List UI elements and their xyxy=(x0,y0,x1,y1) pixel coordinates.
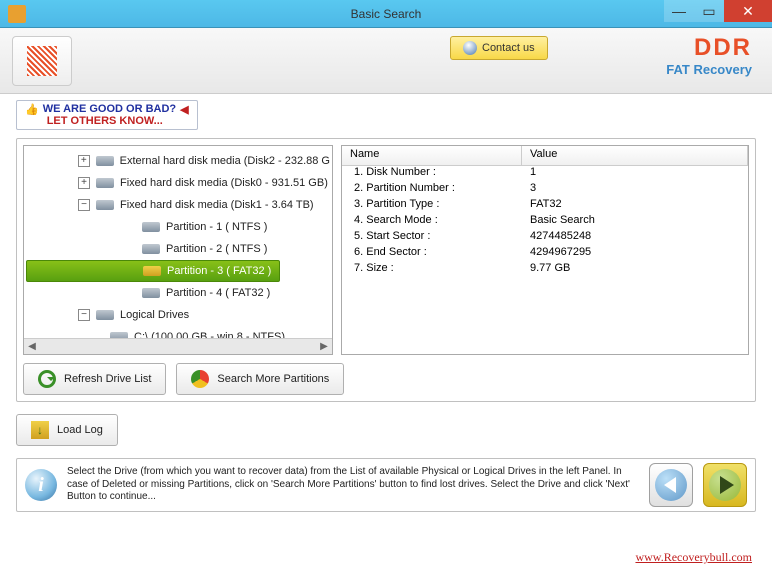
contact-label: Contact us xyxy=(482,42,535,54)
table-row: 4. Search Mode :Basic Search xyxy=(342,214,748,230)
minimize-button[interactable]: — xyxy=(664,0,694,22)
drive-icon xyxy=(143,266,161,276)
drive-icon xyxy=(96,178,114,188)
title-bar: Basic Search — ▭ ✕ xyxy=(0,0,772,28)
tree-item-label: Partition - 1 ( NTFS ) xyxy=(166,221,267,233)
footer-panel: i Select the Drive (from which you want … xyxy=(16,458,756,512)
main-panel: + External hard disk media (Disk2 - 232.8… xyxy=(16,138,756,402)
load-log-icon xyxy=(31,421,49,439)
load-log-label: Load Log xyxy=(57,424,103,436)
arrow-right-icon xyxy=(720,476,734,494)
tree-item-label: Fixed hard disk media (Disk1 - 3.64 TB) xyxy=(120,199,314,211)
prop-value: 4294967295 xyxy=(522,246,748,262)
expand-toggle-icon[interactable]: + xyxy=(78,177,90,189)
tree-item-label: C:\ (100.00 GB - win 8 - NTFS) xyxy=(134,331,285,338)
scroll-left-icon[interactable]: ◀ xyxy=(24,341,40,352)
logo-icon xyxy=(27,46,57,76)
tree-item-label: Partition - 2 ( NTFS ) xyxy=(166,243,267,255)
contact-avatar-icon xyxy=(463,41,477,55)
tree-item-label: Partition - 4 ( FAT32 ) xyxy=(166,287,270,299)
prop-value: 4274485248 xyxy=(522,230,748,246)
table-row: 7. Size :9.77 GB xyxy=(342,262,748,278)
prop-name: 2. Partition Number : xyxy=(342,182,522,198)
col-header-value[interactable]: Value xyxy=(522,146,748,165)
table-row: 3. Partition Type :FAT32 xyxy=(342,198,748,214)
table-row: 6. End Sector :4294967295 xyxy=(342,246,748,262)
expand-toggle-icon[interactable]: − xyxy=(78,199,90,211)
footer-message: Select the Drive (from which you want to… xyxy=(67,466,639,504)
prop-value: 9.77 GB xyxy=(522,262,748,278)
app-header: Contact us DDR FAT Recovery xyxy=(0,28,772,94)
tree-item[interactable]: + Fixed hard disk media (Disk0 - 931.51 G… xyxy=(26,172,330,194)
drive-icon xyxy=(96,156,114,166)
tree-item[interactable]: Partition - 1 ( NTFS ) xyxy=(26,216,330,238)
maximize-button[interactable]: ▭ xyxy=(694,0,724,22)
table-row: 1. Disk Number :1 xyxy=(342,166,748,182)
brand-block: DDR FAT Recovery xyxy=(666,34,752,77)
prop-value: Basic Search xyxy=(522,214,748,230)
close-button[interactable]: ✕ xyxy=(724,0,772,22)
drive-icon xyxy=(142,222,160,232)
tree-item-label: Logical Drives xyxy=(120,309,189,321)
tree-item[interactable]: + External hard disk media (Disk2 - 232.8… xyxy=(26,150,330,172)
prop-value: 1 xyxy=(522,166,748,182)
refresh-drive-list-button[interactable]: Refresh Drive List xyxy=(23,363,166,395)
logo-box xyxy=(12,36,72,86)
slogan-line2: LET OTHERS KNOW... xyxy=(47,115,163,127)
tree-item[interactable]: Partition - 4 ( FAT32 ) xyxy=(26,282,330,304)
tree-item-label: Partition - 3 ( FAT32 ) xyxy=(167,265,271,277)
tree-item-selected[interactable]: Partition - 3 ( FAT32 ) xyxy=(26,260,280,282)
drive-icon xyxy=(96,310,114,320)
prop-name: 4. Search Mode : xyxy=(342,214,522,230)
arrow-left-icon xyxy=(664,477,676,493)
prop-name: 1. Disk Number : xyxy=(342,166,522,182)
refresh-icon xyxy=(38,370,56,388)
expand-toggle-icon[interactable]: + xyxy=(78,155,90,167)
drive-icon xyxy=(142,288,160,298)
properties-table: Name Value 1. Disk Number :12. Partition… xyxy=(341,145,749,355)
tree-item[interactable]: C:\ (100.00 GB - win 8 - NTFS) xyxy=(26,326,330,338)
scroll-right-icon[interactable]: ▶ xyxy=(316,341,332,352)
prop-name: 6. End Sector : xyxy=(342,246,522,262)
brand-main: DDR xyxy=(666,34,752,62)
pie-chart-icon xyxy=(191,370,209,388)
tree-item[interactable]: − Logical Drives xyxy=(26,304,330,326)
back-button[interactable] xyxy=(649,463,693,507)
prop-name: 3. Partition Type : xyxy=(342,198,522,214)
tree-item[interactable]: Partition - 2 ( NTFS ) xyxy=(26,238,330,260)
window-title: Basic Search xyxy=(351,7,422,21)
search-more-label: Search More Partitions xyxy=(217,373,329,385)
contact-us-button[interactable]: Contact us xyxy=(450,36,548,60)
next-button[interactable] xyxy=(703,463,747,507)
thumbs-up-icon: 👍 xyxy=(25,103,39,127)
search-more-partitions-button[interactable]: Search More Partitions xyxy=(176,363,344,395)
table-row: 5. Start Sector :4274485248 xyxy=(342,230,748,246)
col-header-name[interactable]: Name xyxy=(342,146,522,165)
app-icon xyxy=(8,5,26,23)
horizontal-scrollbar[interactable]: ◀ ▶ xyxy=(24,338,332,354)
slogan-line1: WE ARE GOOD OR BAD? xyxy=(43,103,176,115)
speech-icon: ◀ xyxy=(180,103,188,127)
load-log-button[interactable]: Load Log xyxy=(16,414,118,446)
window-controls: — ▭ ✕ xyxy=(664,0,772,22)
tree-item[interactable]: − Fixed hard disk media (Disk1 - 3.64 TB) xyxy=(26,194,330,216)
prop-name: 5. Start Sector : xyxy=(342,230,522,246)
table-row: 2. Partition Number :3 xyxy=(342,182,748,198)
info-icon: i xyxy=(25,469,57,501)
prop-value: FAT32 xyxy=(522,198,748,214)
prop-name: 7. Size : xyxy=(342,262,522,278)
slogan-banner[interactable]: 👍 WE ARE GOOD OR BAD? LET OTHERS KNOW...… xyxy=(16,100,198,130)
tree-item-label: External hard disk media (Disk2 - 232.88… xyxy=(120,155,330,167)
refresh-label: Refresh Drive List xyxy=(64,373,151,385)
expand-toggle-icon[interactable]: − xyxy=(78,309,90,321)
watermark-link[interactable]: www.Recoverybull.com xyxy=(635,550,752,565)
drive-icon xyxy=(96,200,114,210)
drive-tree[interactable]: + External hard disk media (Disk2 - 232.8… xyxy=(23,145,333,355)
brand-sub: FAT Recovery xyxy=(666,62,752,77)
prop-value: 3 xyxy=(522,182,748,198)
tree-item-label: Fixed hard disk media (Disk0 - 931.51 GB… xyxy=(120,177,328,189)
drive-icon xyxy=(142,244,160,254)
